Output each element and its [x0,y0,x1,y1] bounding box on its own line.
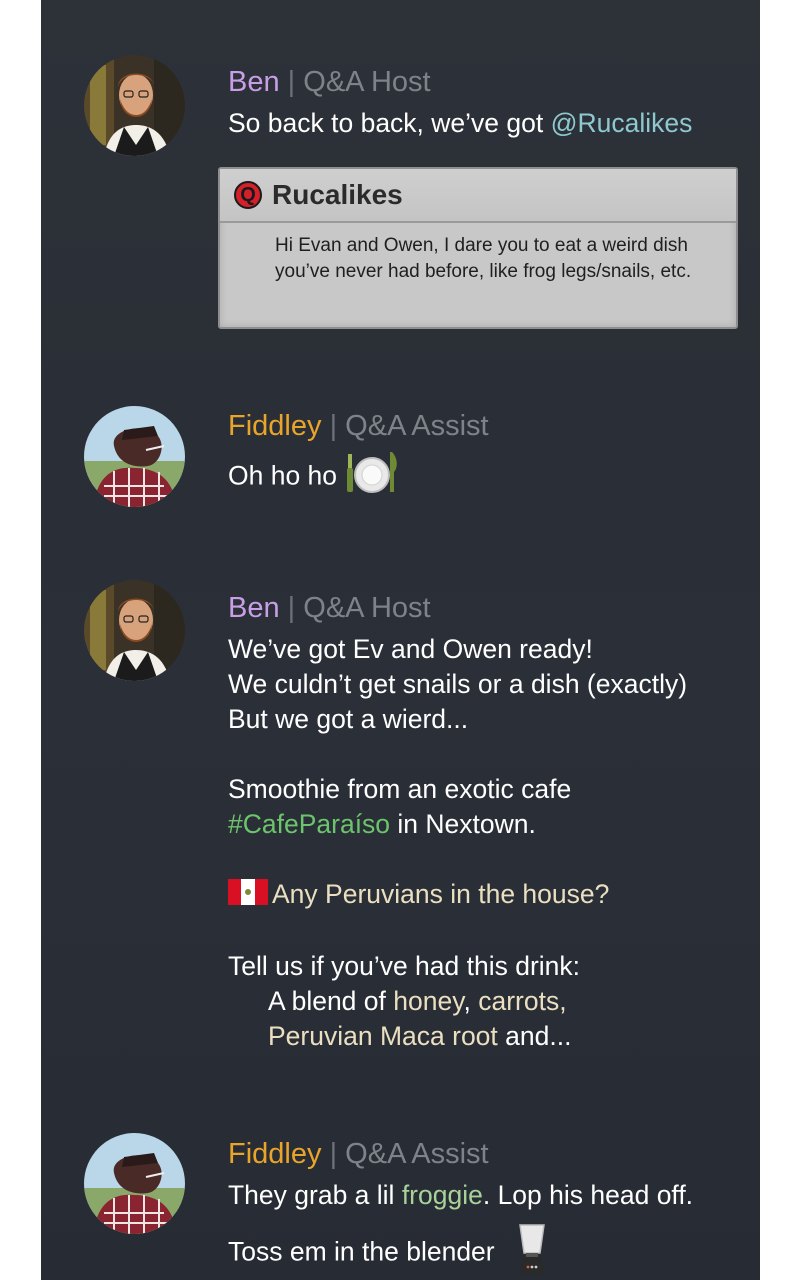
separator: | [287,592,296,624]
quote-header: Q Rucalikes [220,169,736,223]
separator: | [329,410,338,442]
ben-avatar-image [84,55,185,156]
message-text: We’ve got Ev and Owen ready! We culdn’t … [228,632,687,1054]
separator: | [287,66,296,98]
ben-avatar-image [84,580,185,681]
author-line: Ben | Q&A Host [228,591,431,625]
text-line: A blend of honey, carrots, [268,985,567,1016]
message-text: They grab a lil froggie. Lop his head of… [228,1178,693,1280]
fiddley-avatar-image [84,406,185,507]
mention-link[interactable]: @Rucalikes [551,108,693,138]
quote-body: Hi Evan and Owen, I dare you to eat a we… [275,235,692,282]
message-text: So back to back, we’ve got @Rucalikes [228,108,693,138]
text-line: Toss em in the blender [228,1223,693,1280]
peru-question: Any Peruvians in the house? [272,879,610,909]
text-line: Smoothie from an exotic cafe [228,774,572,804]
author-line: Ben | Q&A Host [228,65,431,99]
author-role: Q&A Host [303,592,431,624]
text-line: We’ve got Ev and Owen ready! [228,634,593,664]
blender-icon [516,1223,548,1280]
text-line: Any Peruvians in the house? [228,877,687,914]
text-line: Tell us if you’ve had this drink: [228,950,581,981]
message-text: Oh ho ho [228,450,400,505]
text-line: They grab a lil froggie. Lop his head of… [228,1180,694,1210]
author-name[interactable]: Fiddley [228,1138,322,1170]
hashtag-link[interactable]: #CafeParaíso [228,809,390,839]
author-name[interactable]: Fiddley [228,410,322,442]
avatar-ben[interactable] [84,580,185,681]
separator: | [329,1138,338,1170]
avatar-fiddley[interactable] [84,406,185,507]
author-role: Q&A Assist [345,1138,489,1170]
author-line: Fiddley | Q&A Assist [228,409,489,443]
chat-panel: Ben | Q&A Host So back to back, we’ve go… [41,0,760,1280]
author-name[interactable]: Ben [228,66,280,98]
text-line: We culdn’t get snails or a dish (exactly… [228,669,688,699]
quote-author[interactable]: Rucalikes [272,179,403,211]
avatar-fiddley[interactable] [84,1133,185,1234]
avatar-ben[interactable] [84,55,185,156]
text-line: Peruvian Maca root and... [268,1020,572,1051]
peru-flag-icon [228,878,268,914]
fork-knife-plate-icon [344,450,400,505]
author-name[interactable]: Ben [228,592,280,624]
q-logo-icon: Q [234,181,262,209]
quoted-question-card: Q Rucalikes Hi Evan and Owen, I dare you… [218,167,738,329]
author-role: Q&A Host [303,66,431,98]
author-role: Q&A Assist [345,410,489,442]
text-line: #CafeParaíso in Nextown. [228,809,536,839]
author-line: Fiddley | Q&A Assist [228,1137,489,1171]
text-line: But we got a wierd... [228,704,469,734]
fiddley-avatar-image [84,1133,185,1234]
